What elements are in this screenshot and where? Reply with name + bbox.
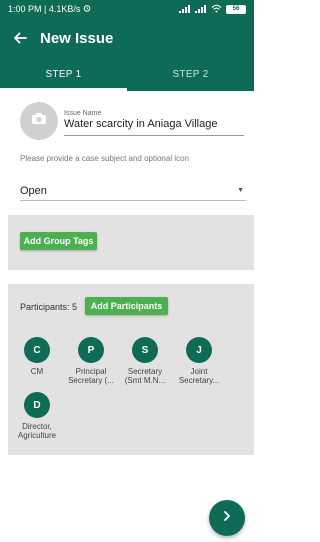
- participant-avatar: D: [24, 392, 50, 418]
- participant-item[interactable]: S Secretary (Smt M.N...: [121, 337, 169, 385]
- add-participants-button[interactable]: Add Participants: [85, 297, 168, 315]
- participant-avatar: S: [132, 337, 158, 363]
- participant-item[interactable]: D Director, Agriculture: [13, 392, 61, 440]
- dropdown-caret-icon: ▼: [237, 187, 244, 194]
- participant-avatar: P: [78, 337, 104, 363]
- tab-step-1[interactable]: STEP 1: [0, 58, 127, 91]
- issue-name-label: Issue Name: [64, 110, 102, 117]
- battery-icon: 56: [226, 4, 246, 14]
- next-button[interactable]: [209, 500, 245, 536]
- issue-name-field[interactable]: Issue Name Water scarcity in Aniaga Vill…: [64, 110, 244, 136]
- back-arrow-icon[interactable]: [0, 18, 40, 58]
- participant-avatar: J: [186, 337, 212, 363]
- status-dropdown[interactable]: Open ▼: [20, 181, 246, 201]
- issue-name-row: Issue Name Water scarcity in Aniaga Vill…: [20, 102, 246, 146]
- participant-avatar: C: [24, 337, 50, 363]
- page-title: New Issue: [40, 29, 114, 47]
- wifi-icon: [211, 4, 222, 15]
- step-tabs: STEP 1 STEP 2: [0, 58, 254, 91]
- group-tags-panel: Add Group Tags: [8, 215, 254, 270]
- status-dropdown-value: Open: [20, 184, 47, 197]
- chevron-right-icon: [222, 509, 232, 527]
- add-group-tags-button[interactable]: Add Group Tags: [20, 232, 97, 250]
- participant-item[interactable]: P Principal Secretary (...: [67, 337, 115, 385]
- participant-name: Principal Secretary (...: [68, 367, 114, 385]
- participant-item[interactable]: J Joint Secretary...: [175, 337, 223, 385]
- participants-panel: Participants: 5 Add Participants C CM P …: [8, 284, 254, 455]
- participant-name: Director, Agriculture: [17, 422, 57, 440]
- camera-icon: [31, 112, 47, 130]
- status-bar: 1:00 PM | 4.1KB/s 56: [0, 0, 254, 18]
- tab-step-2[interactable]: STEP 2: [127, 58, 254, 91]
- participant-name: Secretary (Smt M.N...: [124, 367, 166, 385]
- status-time-speed: 1:00 PM | 4.1KB/s: [8, 4, 81, 14]
- cell-signal-icon: [179, 5, 191, 13]
- participant-item[interactable]: C CM: [13, 337, 61, 376]
- cell-signal-2-icon: [195, 5, 207, 13]
- participant-name: Joint Secretary...: [178, 367, 220, 385]
- issue-hint-text: Please provide a case subject and option…: [20, 154, 189, 163]
- participant-name: CM: [30, 367, 44, 376]
- issue-name-input[interactable]: Water scarcity in Aniaga Village: [64, 118, 244, 136]
- participants-count: Participants: 5: [20, 302, 78, 312]
- app-bar: New Issue: [0, 18, 254, 58]
- issue-icon-picker[interactable]: [20, 102, 58, 140]
- alarm-icon: [83, 4, 91, 14]
